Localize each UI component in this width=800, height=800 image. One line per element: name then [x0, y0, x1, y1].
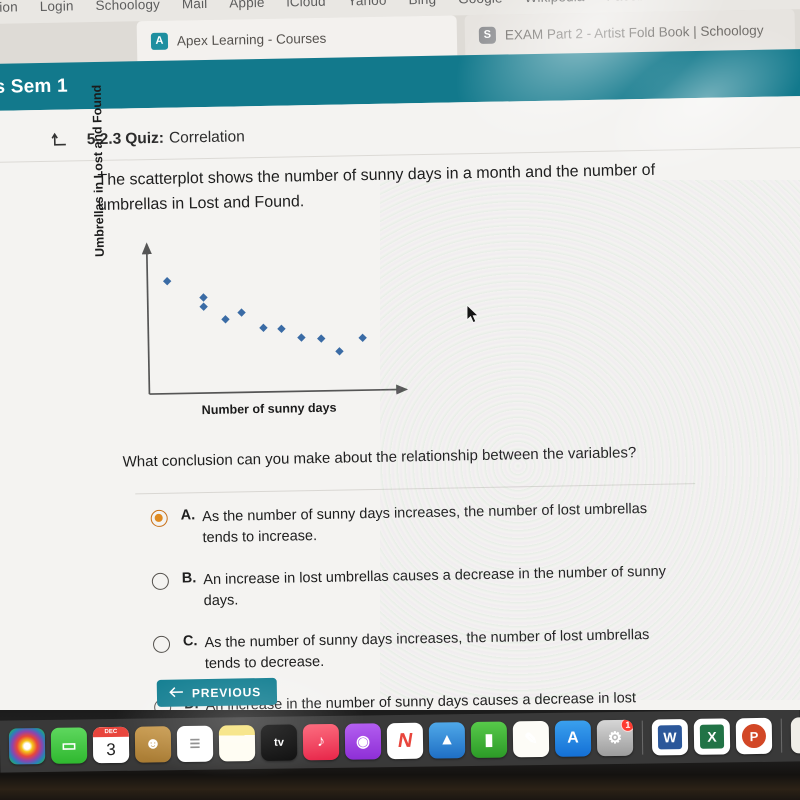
tab-apex-learning[interactable]: A Apex Learning - Courses: [136, 15, 458, 62]
radio-button-a[interactable]: [150, 509, 168, 528]
x-axis: [149, 384, 409, 395]
data-point: [221, 315, 230, 324]
radio-button-c[interactable]: [152, 636, 171, 654]
dock-item-podcasts[interactable]: ◉: [344, 723, 382, 760]
data-point: [297, 333, 306, 342]
y-axis: [141, 242, 152, 395]
bookmark-icloud[interactable]: iCloud: [275, 0, 336, 9]
bookmark-mail[interactable]: Mail: [171, 0, 219, 11]
option-text: An increase in lost umbrellas causes a d…: [203, 563, 667, 609]
dock-item-reminders[interactable]: ☰: [176, 725, 214, 763]
macos-dock-area: ▭ DEC 3 ☻ ☰ tv ♪ ◉ N ▲ ▮ ✎ A ⚙ 1 W X P: [0, 710, 800, 800]
dock-item-facetime[interactable]: ▭: [50, 727, 88, 764]
quiz-breadcrumb-bar: 5.2.3 Quiz: Correlation: [0, 105, 800, 163]
option-text: As the number of sunny days increases, t…: [204, 627, 650, 672]
dock-item-calendar[interactable]: DEC 3: [92, 726, 130, 764]
data-point: [358, 333, 367, 342]
tab-title: Apex Learning - Courses: [176, 30, 327, 49]
option-a[interactable]: A. As the number of sunny days increases…: [150, 498, 722, 550]
option-letter: A.: [180, 507, 196, 524]
dock-item-notes[interactable]: [218, 725, 256, 762]
tab-exam-part-2[interactable]: S EXAM Part 2 - Artist Fold Book | Schoo…: [464, 9, 796, 56]
bookmark-apple[interactable]: Apple: [218, 0, 276, 10]
bookmark-ion[interactable]: ion: [0, 0, 29, 14]
bookmark-login[interactable]: Login: [29, 0, 85, 14]
bookmark-twitter[interactable]: Twitter: [678, 0, 741, 2]
notification-badge: 1: [620, 719, 634, 732]
dock-item-app-store[interactable]: A: [554, 720, 592, 757]
data-point: [237, 308, 246, 317]
dock-item-excel[interactable]: X: [693, 718, 731, 755]
option-letter: B.: [181, 570, 197, 587]
arrow-left-icon: [169, 686, 184, 700]
dock-item-minimized-window-1[interactable]: [790, 717, 800, 754]
dock-item-photos[interactable]: [8, 727, 46, 765]
bookmark-wikipedia[interactable]: Wikipedia: [513, 0, 595, 5]
question-text: What conclusion can you make about the r…: [122, 444, 637, 471]
dock-item-pages[interactable]: ✎: [512, 720, 550, 758]
dock-separator: [780, 718, 783, 753]
scatterplot-svg: [141, 242, 409, 395]
scatterplot: Umbrellas in Lost and Found Number of su…: [90, 85, 432, 427]
data-point: [259, 323, 268, 333]
option-b[interactable]: B. An increase in lost umbrellas causes …: [151, 561, 723, 613]
dock-item-powerpoint[interactable]: P: [735, 717, 773, 755]
data-point: [317, 334, 326, 343]
dock-item-contacts[interactable]: ☻: [134, 726, 172, 763]
option-letter: C.: [182, 633, 198, 650]
data-point: [162, 276, 172, 286]
quiz-type-label: Quiz:: [125, 129, 165, 147]
dock-item-numbers[interactable]: ▮: [470, 721, 508, 759]
dock-item-appletv[interactable]: tv: [260, 724, 298, 761]
x-axis-label: Number of sunny days: [201, 400, 337, 418]
tab-title: EXAM Part 2 - Artist Fold Book | Schoolo…: [504, 22, 764, 42]
quiz-topic: Correlation: [168, 127, 245, 147]
bookmark-linkedin[interactable]: LinkedIn: [741, 0, 800, 1]
data-point: [335, 347, 344, 356]
schoology-favicon-icon: S: [478, 26, 497, 44]
dock-item-keynote[interactable]: ▲: [428, 722, 466, 759]
radio-button-b[interactable]: [151, 572, 170, 591]
option-c[interactable]: C. As the number of sunny days increases…: [152, 624, 724, 676]
dock-item-music[interactable]: ♪: [302, 723, 340, 761]
mouse-pointer-icon: [466, 303, 482, 331]
bookmark-google[interactable]: Google: [447, 0, 514, 6]
bookmark-bing[interactable]: Bing: [397, 0, 447, 7]
bookmark-schoology[interactable]: Schoology: [84, 0, 171, 13]
data-points: [162, 276, 367, 356]
data-point: [199, 302, 208, 311]
dock-separator: [641, 720, 644, 755]
return-arrow-icon[interactable]: [51, 130, 71, 150]
macos-dock: ▭ DEC 3 ☻ ☰ tv ♪ ◉ N ▲ ▮ ✎ A ⚙ 1 W X P: [0, 710, 800, 773]
option-text: As the number of sunny days increases, t…: [202, 500, 648, 546]
dock-item-word[interactable]: W: [651, 718, 689, 756]
dock-item-system-preferences[interactable]: ⚙ 1: [596, 719, 634, 757]
screen-content: ion Login Schoology Mail Apple iCloud Ya…: [0, 0, 800, 735]
quiz-page: 5.2.3 Quiz: Correlation The scatterplot sh…: [0, 85, 800, 735]
apex-favicon-icon: A: [150, 32, 169, 50]
bookmark-yahoo[interactable]: Yahoo: [337, 0, 398, 8]
data-point: [199, 293, 208, 302]
divider: [135, 483, 696, 495]
photo-of-laptop-screen: ion Login Schoology Mail Apple iCloud Ya…: [0, 0, 800, 800]
course-title: tics Sem 1: [0, 75, 68, 98]
previous-button-label: PREVIOUS: [191, 684, 262, 700]
previous-button[interactable]: PREVIOUS: [156, 677, 278, 707]
quiz-title: 5.2.3 Quiz: Correlation: [87, 128, 245, 149]
dock-item-news[interactable]: N: [386, 722, 424, 760]
data-point: [277, 324, 286, 334]
bookmark-facebook[interactable]: Facebook: [595, 0, 678, 3]
question-prompt: The scatterplot shows the number of sunn…: [97, 161, 656, 214]
